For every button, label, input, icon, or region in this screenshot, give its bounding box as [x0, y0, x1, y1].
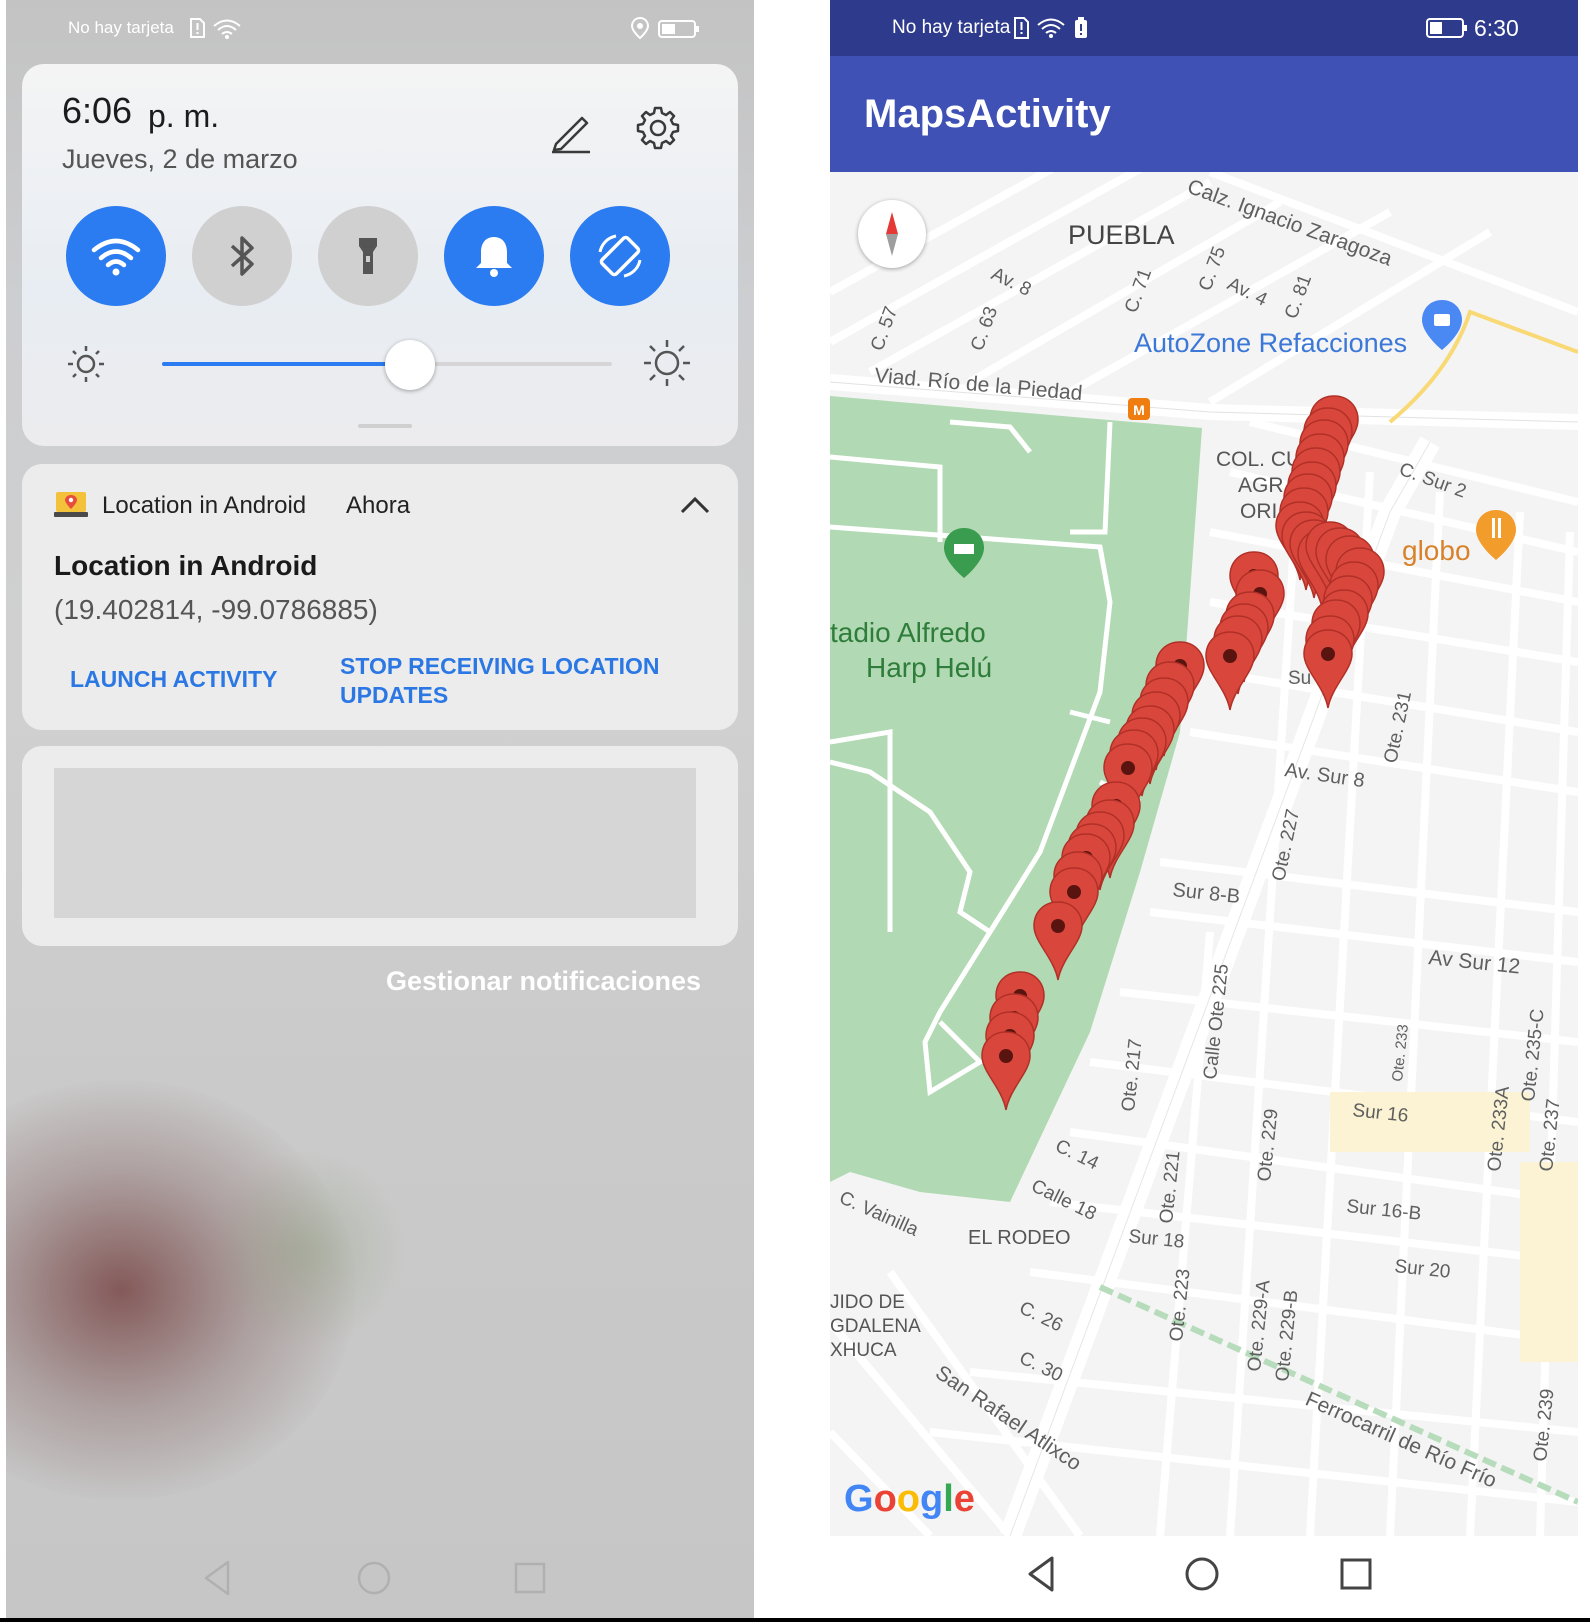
- redacted-content: [54, 768, 696, 918]
- clock-ampm: p. m.: [148, 98, 220, 134]
- svg-text:PUEBLA: PUEBLA: [1068, 220, 1175, 250]
- carrier-text: No hay tarjeta: [68, 18, 174, 37]
- chevron-up-icon[interactable]: [678, 494, 712, 516]
- wifi-status-icon: [1037, 18, 1065, 38]
- app-bar: MapsActivity: [830, 56, 1578, 172]
- google-logo[interactable]: Google: [844, 1478, 975, 1521]
- quick-settings-panel: 6:06 p. m. Jueves, 2 de marzo: [22, 64, 738, 446]
- svg-text:AutoZone Refacciones: AutoZone Refacciones: [1134, 328, 1407, 358]
- clock-time: 6:06: [62, 90, 133, 131]
- recents-icon[interactable]: [510, 1558, 550, 1598]
- rotate-icon: [598, 234, 642, 278]
- panel-drag-handle[interactable]: [358, 424, 412, 428]
- svg-text:EL RODEO: EL RODEO: [968, 1227, 1071, 1249]
- notification-app-name: Location in Android: [102, 492, 307, 519]
- notification-text: (19.402814, -99.0786885): [54, 594, 378, 625]
- svg-text:COL. CU: COL. CU: [1216, 448, 1301, 471]
- flashlight-toggle[interactable]: [318, 206, 418, 306]
- svg-text:M: M: [1133, 402, 1145, 418]
- app-icon: [54, 492, 88, 517]
- brightness-low-icon: [68, 346, 104, 382]
- battery-icon: [658, 20, 699, 38]
- battery-alert-icon: [1075, 17, 1087, 38]
- stop-location-updates-button[interactable]: STOP RECEIVING LOCATION UPDATES: [340, 652, 700, 710]
- svg-text:Su: Su: [1288, 668, 1311, 689]
- location-status-icon: [630, 16, 650, 40]
- maps-activity-screen: No hay tarjeta 6:30 MapsActivity M PUEBL…: [830, 0, 1578, 1622]
- no-sim-icon: [1014, 17, 1029, 39]
- notification-time: Ahora: [346, 492, 411, 519]
- bottom-border: [0, 1618, 1590, 1622]
- brightness-high-icon: [644, 340, 690, 386]
- metro-icon[interactable]: M: [1128, 398, 1150, 420]
- status-bar: No hay tarjeta 6:30: [830, 0, 1578, 56]
- svg-text:GDALENA: GDALENA: [830, 1316, 921, 1337]
- status-bar: No hay tarjeta: [6, 0, 754, 58]
- svg-text:AGR: AGR: [1238, 474, 1284, 497]
- status-clock: 6:30: [1474, 15, 1519, 41]
- flashlight-icon: [359, 238, 377, 274]
- manage-notifications-link[interactable]: Gestionar notificaciones: [386, 966, 701, 997]
- svg-text:globo: globo: [1402, 535, 1471, 566]
- wifi-icon: [91, 238, 141, 276]
- home-icon[interactable]: [1182, 1554, 1222, 1594]
- google-logo-letter: e: [953, 1478, 975, 1520]
- brightness-slider-thumb[interactable]: [384, 340, 435, 390]
- no-sim-icon: [190, 18, 205, 38]
- wallpaper-blur: [206, 1150, 406, 1350]
- google-logo-letter: o: [873, 1478, 897, 1520]
- google-logo-letter: G: [844, 1478, 874, 1520]
- highlight-block: [1520, 1162, 1578, 1362]
- svg-text:XHUCA: XHUCA: [830, 1340, 897, 1361]
- wifi-toggle[interactable]: [66, 206, 166, 306]
- carrier-text: No hay tarjeta: [892, 17, 1011, 38]
- google-map[interactable]: M PUEBLA Calz. Ignacio Zaragoza Av. 8 C.…: [830, 172, 1578, 1536]
- settings-gear-icon[interactable]: [634, 104, 682, 152]
- battery-icon: [1426, 18, 1467, 38]
- google-logo-letter: l: [943, 1478, 954, 1520]
- back-icon[interactable]: [1022, 1554, 1062, 1594]
- launch-activity-button[interactable]: LAUNCH ACTIVITY: [70, 666, 277, 693]
- notification-title: Location in Android: [54, 550, 318, 581]
- brightness-slider-fill: [162, 362, 410, 366]
- navigation-bar: [830, 1536, 1578, 1622]
- redacted-notification[interactable]: [22, 746, 738, 946]
- sound-toggle[interactable]: [444, 206, 544, 306]
- compass-button[interactable]: [858, 200, 926, 268]
- auto-rotate-toggle[interactable]: [570, 206, 670, 306]
- bluetooth-toggle[interactable]: [192, 206, 292, 306]
- compass-icon: [886, 212, 898, 256]
- svg-text:JIDO DE: JIDO DE: [830, 1292, 905, 1313]
- google-logo-letter: g: [920, 1478, 944, 1520]
- map-canvas[interactable]: M PUEBLA Calz. Ignacio Zaragoza Av. 8 C.…: [830, 172, 1578, 1536]
- edit-pencil-icon[interactable]: [548, 108, 594, 154]
- screenshot-root: No hay tarjeta 6:06 p. m. Jueves, 2 de m…: [0, 0, 1590, 1622]
- recents-icon[interactable]: [1336, 1554, 1376, 1594]
- notification-shade: No hay tarjeta 6:06 p. m. Jueves, 2 de m…: [6, 0, 754, 1622]
- back-icon[interactable]: [198, 1558, 238, 1598]
- home-icon[interactable]: [354, 1558, 394, 1598]
- location-notification[interactable]: Location in Android Ahora Location in An…: [22, 464, 738, 730]
- svg-text:ORI: ORI: [1240, 500, 1277, 523]
- google-logo-letter: o: [896, 1478, 920, 1520]
- app-title: MapsActivity: [864, 92, 1111, 136]
- svg-text:tadio Alfredo: tadio Alfredo: [830, 617, 986, 648]
- date-label: Jueves, 2 de marzo: [62, 144, 298, 174]
- svg-text:Harp Helú: Harp Helú: [866, 652, 992, 683]
- bell-icon: [476, 237, 512, 277]
- wifi-status-icon: [213, 19, 241, 39]
- bluetooth-icon: [230, 236, 254, 276]
